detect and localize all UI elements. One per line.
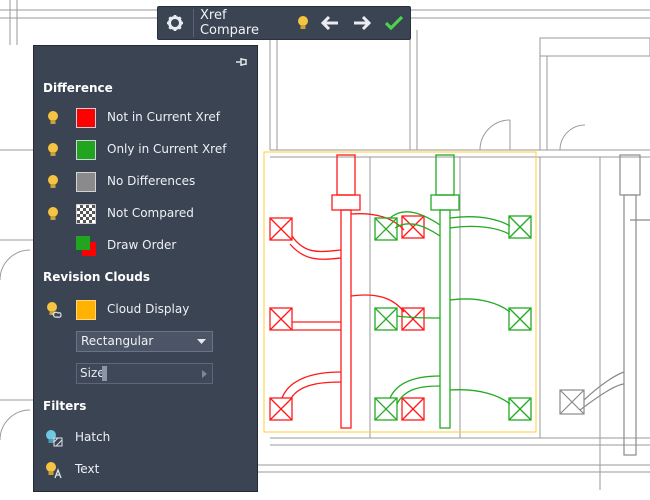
- difference-row-not-compared[interactable]: Not Compared: [34, 200, 258, 228]
- text-lightbulb-icon[interactable]: [44, 461, 62, 479]
- revision-cloud: [263, 151, 537, 433]
- ducts-red: [269, 154, 425, 429]
- xref-compare-panel: Difference Not in Current Xref Only in C…: [33, 45, 258, 492]
- cloud-size-slider[interactable]: Size: [76, 363, 213, 384]
- pin-icon[interactable]: [235, 54, 249, 68]
- draw-order-icon[interactable]: [76, 236, 96, 256]
- color-swatch-gray[interactable]: [76, 172, 96, 192]
- hatch-lightbulb-icon[interactable]: [44, 429, 63, 447]
- cloud-display-row[interactable]: Cloud Display: [34, 296, 258, 324]
- gear-icon[interactable]: [158, 9, 194, 37]
- label-only-in-current-xref: Only in Current Xref: [107, 142, 227, 156]
- difference-row-not-in-current[interactable]: Not in Current Xref: [34, 104, 258, 132]
- label-no-differences: No Differences: [107, 174, 196, 188]
- toolbar-title: Xref Compare: [199, 8, 259, 38]
- label-not-in-current-xref: Not in Current Xref: [107, 110, 220, 124]
- lightbulb-icon[interactable]: [44, 173, 62, 191]
- chevron-right-icon: [202, 370, 207, 378]
- lightbulb-icon[interactable]: [44, 109, 62, 127]
- revision-clouds-header: Revision Clouds: [43, 270, 150, 284]
- label-draw-order: Draw Order: [107, 238, 177, 252]
- lightbulb-icon[interactable]: [293, 6, 314, 40]
- filters-header: Filters: [43, 399, 87, 413]
- label-text: Text: [75, 462, 100, 476]
- size-slider-thumb[interactable]: [102, 366, 107, 381]
- ducts-no-differences: [559, 154, 650, 456]
- difference-header: Difference: [43, 81, 113, 95]
- color-swatch-cloud[interactable]: [76, 300, 96, 320]
- label-cloud-display: Cloud Display: [107, 302, 190, 316]
- difference-row-only-in-current[interactable]: Only in Current Xref: [34, 136, 258, 164]
- label-hatch: Hatch: [75, 430, 111, 444]
- lightbulb-icon[interactable]: [44, 205, 62, 223]
- xref-compare-toolbar: Xref Compare: [157, 6, 411, 40]
- checkmark-icon[interactable]: [378, 6, 410, 40]
- color-swatch-green[interactable]: [76, 140, 96, 160]
- cloud-shape-value: Rectangular: [81, 334, 154, 348]
- size-label: Size: [80, 366, 105, 380]
- arrow-right-icon[interactable]: [346, 6, 378, 40]
- lightbulb-icon[interactable]: [44, 141, 62, 159]
- difference-row-no-differences[interactable]: No Differences: [34, 168, 258, 196]
- cloud-shape-dropdown[interactable]: Rectangular: [76, 331, 213, 352]
- chevron-down-icon: [197, 339, 206, 344]
- filter-row-hatch[interactable]: Hatch: [34, 424, 258, 452]
- checker-swatch-icon[interactable]: [76, 204, 96, 224]
- cloud-lightbulb-icon[interactable]: [44, 301, 62, 319]
- difference-row-draw-order[interactable]: Draw Order: [34, 232, 258, 260]
- color-swatch-red[interactable]: [76, 108, 96, 128]
- arrow-left-icon[interactable]: [314, 6, 346, 40]
- ducts-green: [374, 154, 532, 429]
- filter-row-text[interactable]: Text: [34, 456, 258, 484]
- label-not-compared: Not Compared: [107, 206, 194, 220]
